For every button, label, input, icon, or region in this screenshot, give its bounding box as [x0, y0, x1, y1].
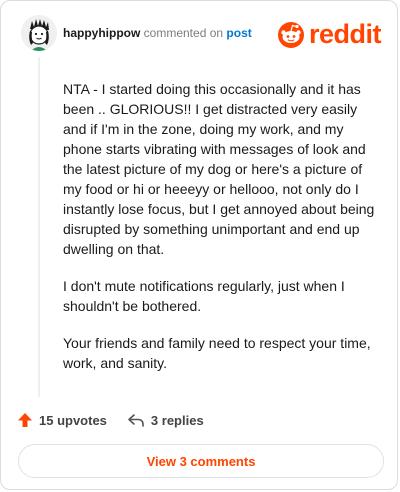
action-text: commented on [143, 26, 224, 40]
comment-paragraph: I don't mute notifications regularly, ju… [63, 278, 345, 314]
comment-paragraph: Your friends and family need to respect … [63, 335, 371, 371]
reddit-logo[interactable]: reddit [276, 17, 382, 51]
reply-button[interactable]: 3 replies [127, 412, 204, 428]
avatar[interactable] [21, 15, 57, 51]
comment-actions: 15 upvotes 3 replies [17, 409, 224, 431]
comment-paragraph: NTA - I started doing this occasionally … [63, 81, 375, 257]
upvote-arrow-icon [18, 413, 32, 427]
thread-line [38, 57, 40, 397]
reddit-wordmark: reddit [308, 18, 382, 49]
upvote-count: 15 upvotes [39, 412, 107, 428]
comment-card: happyhippow commented on post reddit NTA… [0, 0, 398, 490]
comment-body: NTA - I started doing this occasionally … [63, 79, 383, 390]
post-link[interactable]: post [226, 26, 251, 40]
reply-count: 3 replies [150, 412, 204, 428]
view-comments-button[interactable]: View 3 comments [18, 444, 384, 478]
comment-meta: happyhippow commented on post [63, 26, 252, 40]
reply-arrow-icon [128, 414, 144, 427]
user-avatar-icon [21, 15, 57, 51]
reddit-snoo-icon [277, 22, 304, 48]
username-link[interactable]: happyhippow [63, 26, 140, 40]
comment-header: happyhippow commented on post reddit [21, 15, 382, 55]
upvote-button[interactable]: 15 upvotes [17, 412, 107, 428]
